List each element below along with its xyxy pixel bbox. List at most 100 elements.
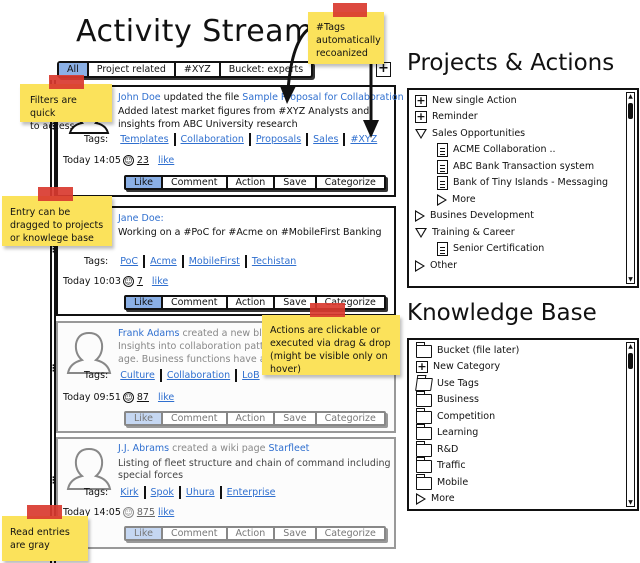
author-link[interactable]: Frank Adams: [118, 328, 179, 339]
action-button[interactable]: Action: [228, 177, 276, 188]
tree-item-bank-of-tiny-islands[interactable]: Bank of Tiny Islands - Messaging: [437, 176, 608, 190]
author-link[interactable]: John Doe: [118, 92, 161, 103]
tag-link[interactable]: Collaboration: [176, 134, 249, 145]
scroll-up-icon[interactable]: ▲: [627, 93, 634, 100]
like-button[interactable]: Like: [126, 528, 163, 539]
smiley-icon: ☺: [122, 155, 134, 166]
like-count[interactable]: 7: [137, 276, 143, 287]
filter-tab-xyz[interactable]: #XYZ: [176, 63, 221, 76]
collapsed-triangle-icon[interactable]: [415, 210, 425, 222]
collapsed-triangle-icon[interactable]: [415, 260, 425, 272]
tree-item-label: New single Action: [432, 95, 517, 106]
save-button[interactable]: Save: [275, 177, 317, 188]
author-link[interactable]: J.J. Abrams: [118, 443, 169, 454]
timestamp: Today 10:03: [63, 276, 121, 287]
add-filter-button[interactable]: +: [376, 62, 391, 77]
document-icon: [437, 160, 448, 174]
tree-item-more[interactable]: More: [437, 193, 476, 207]
like-link[interactable]: like: [158, 155, 174, 166]
projects-scrollbar[interactable]: ▲ ▼: [626, 92, 635, 284]
tag-link[interactable]: Templates: [115, 134, 173, 145]
tag-link[interactable]: Spok: [146, 487, 179, 498]
tree-item-new-single-action[interactable]: + New single Action: [415, 94, 517, 108]
tag-link[interactable]: #XYZ: [345, 134, 382, 145]
action-button[interactable]: Action: [228, 528, 276, 539]
sticky-note-tags: #Tags automatically recoanized: [308, 12, 384, 64]
filter-tab-project-related[interactable]: Project related: [89, 63, 176, 76]
like-count[interactable]: 23: [137, 155, 149, 166]
action-button[interactable]: Action: [228, 413, 276, 424]
sticky-note-actions: Actions are clickable or executed via dr…: [262, 315, 400, 375]
tag-link[interactable]: Acme: [145, 256, 182, 267]
drag-handle[interactable]: ⋮: [49, 477, 58, 486]
drag-handle[interactable]: ⋮: [49, 365, 58, 374]
kb-item-business[interactable]: Business: [416, 390, 479, 407]
tree-item-abc-bank[interactable]: ABC Bank Transaction system: [437, 160, 594, 174]
tag-link[interactable]: Collaboration: [162, 370, 235, 381]
like-link[interactable]: like: [158, 507, 174, 518]
kb-item-mobile[interactable]: Mobile: [416, 473, 468, 490]
scroll-down-icon[interactable]: ▼: [627, 276, 634, 283]
tree-item-reminder[interactable]: + Reminder: [415, 110, 478, 124]
categorize-button[interactable]: Categorize: [317, 177, 384, 188]
comment-button[interactable]: Comment: [163, 528, 228, 539]
save-button[interactable]: Save: [275, 528, 317, 539]
kb-item-use-tags[interactable]: Use Tags: [415, 377, 479, 391]
scroll-thumb[interactable]: [628, 353, 633, 369]
comment-button[interactable]: Comment: [163, 413, 228, 424]
object-link[interactable]: Starfleet: [269, 443, 310, 454]
kb-item-traffic[interactable]: Traffic: [416, 456, 466, 473]
tree-item-other[interactable]: Other: [415, 259, 457, 273]
tag-link[interactable]: Uhura: [181, 487, 220, 498]
collapsed-triangle-icon[interactable]: [437, 194, 447, 206]
stream-entry-read[interactable]: ⋮ J.J. Abrams created a wiki page Starfl…: [49, 437, 396, 549]
kb-item-new-category[interactable]: + New Category: [416, 360, 500, 374]
categorize-button[interactable]: Categorize: [317, 413, 384, 424]
tree-item-senior-certification[interactable]: Senior Certification: [437, 242, 544, 256]
tag-link[interactable]: Techistan: [247, 256, 301, 267]
like-link[interactable]: like: [158, 392, 174, 403]
kb-item-learning[interactable]: Learning: [416, 423, 478, 440]
plus-icon: +: [415, 110, 427, 123]
knowledge-scrollbar[interactable]: ▲ ▼: [626, 342, 635, 507]
tree-item-sales-opportunities[interactable]: Sales Opportunities: [415, 127, 525, 141]
like-count[interactable]: 875: [137, 507, 155, 518]
comment-button[interactable]: Comment: [163, 177, 228, 188]
tag-link[interactable]: MobileFirst: [184, 256, 245, 267]
entry-verb: created a wiki page: [169, 443, 269, 454]
tag-link[interactable]: Proposals: [251, 134, 306, 145]
filter-tab-bucket-experts[interactable]: Bucket: experts: [221, 63, 311, 76]
tree-item-acme-collaboration[interactable]: ACME Collaboration ..: [437, 143, 556, 157]
like-button[interactable]: Like: [126, 413, 163, 424]
tag-link[interactable]: LoB: [237, 370, 264, 381]
tag-link[interactable]: Culture: [115, 370, 160, 381]
kb-item-more[interactable]: More: [416, 492, 455, 506]
like-link[interactable]: like: [152, 276, 168, 287]
tag-link[interactable]: Enterprise: [222, 487, 281, 498]
tag-link[interactable]: Sales: [308, 134, 343, 145]
categorize-button[interactable]: Categorize: [317, 528, 384, 539]
tree-item-training-career[interactable]: Training & Career: [415, 226, 515, 240]
scroll-thumb[interactable]: [628, 103, 633, 119]
like-button[interactable]: Like: [126, 177, 163, 188]
tree-item-busines-development[interactable]: Busines Development: [415, 209, 534, 223]
save-button[interactable]: Save: [275, 413, 317, 424]
comment-button[interactable]: Comment: [163, 297, 228, 308]
kb-item-bucket[interactable]: Bucket (file later): [416, 341, 519, 358]
action-button[interactable]: Action: [228, 297, 276, 308]
like-count[interactable]: 87: [137, 392, 149, 403]
expanded-triangle-icon[interactable]: [415, 228, 427, 238]
kb-item-competition[interactable]: Competition: [416, 407, 495, 424]
author-link[interactable]: Jane Doe:: [118, 213, 164, 224]
scroll-up-icon[interactable]: ▲: [627, 343, 634, 350]
entry-headline: Jane Doe:: [118, 212, 164, 225]
tag-link[interactable]: Kirk: [115, 487, 143, 498]
object-link[interactable]: Sample Proposal for Collaboration: [242, 92, 403, 103]
kb-item-r-and-d[interactable]: R&D: [416, 440, 458, 457]
scroll-down-icon[interactable]: ▼: [627, 499, 634, 506]
tag-link[interactable]: PoC: [115, 256, 143, 267]
drag-handle[interactable]: ⋮: [49, 246, 58, 255]
like-button[interactable]: Like: [126, 297, 163, 308]
collapsed-triangle-icon[interactable]: [416, 493, 426, 505]
expanded-triangle-icon[interactable]: [415, 129, 427, 139]
